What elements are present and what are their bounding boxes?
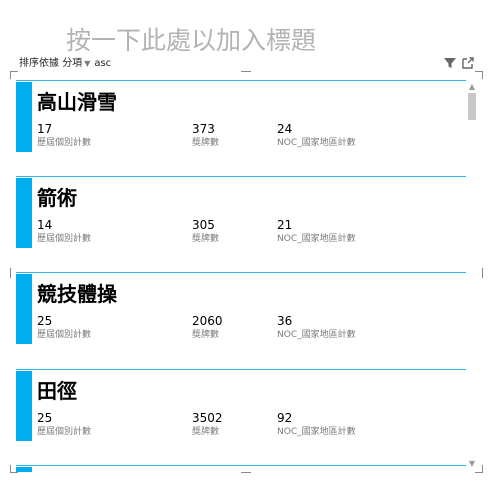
card-title: 箭術 <box>37 186 77 210</box>
metric-label: 獎牌數 <box>192 138 220 148</box>
sort-by-label: 排序依據 <box>19 58 59 69</box>
metric-label: NOC_國家地區計數 <box>277 427 356 437</box>
scroll-thumb[interactable] <box>468 93 476 120</box>
metric-label: 歷屆個別計數 <box>37 138 92 148</box>
metric-value: 24 <box>277 122 293 136</box>
metric-value: 2060 <box>192 314 223 328</box>
metric-value: 36 <box>277 314 293 328</box>
metric-label: 獎牌數 <box>192 234 220 244</box>
card-accent-bar <box>16 467 32 472</box>
metric-value: 3502 <box>192 411 223 425</box>
card-title: 競技體操 <box>37 282 117 306</box>
metric-value: 373 <box>192 122 215 136</box>
card-title: 高山滑雪 <box>37 90 117 114</box>
metric-value: 305 <box>192 218 215 232</box>
metric-label: NOC_國家地區計數 <box>277 330 356 340</box>
metric-value: 25 <box>37 314 53 328</box>
sort-control[interactable]: 排序依據 分項 ▼ asc <box>19 58 111 70</box>
filter-icon[interactable] <box>443 56 457 70</box>
metric-label: NOC_國家地區計數 <box>277 138 356 148</box>
card-visual-frame: 高山滑雪 17 歷屆個別計數 373 獎牌數 24 NOC_國家地區計數 箭術 … <box>10 71 483 473</box>
card-accent-bar <box>16 371 32 441</box>
vertical-scrollbar[interactable]: ▲ ▼ <box>466 83 478 468</box>
frame-corner <box>10 71 18 79</box>
list-item[interactable]: 田徑 25 歷屆個別計數 3502 獎牌數 92 NOC_國家地區計數 <box>16 369 466 449</box>
metric-value: 17 <box>37 122 53 136</box>
popout-icon[interactable] <box>461 56 475 70</box>
card-divider <box>16 465 466 466</box>
resize-handle-left[interactable] <box>10 268 11 278</box>
card-accent-bar <box>16 274 32 344</box>
list-item[interactable]: 競技體操 25 歷屆個別計數 2060 獎牌數 36 NOC_國家地區計數 <box>16 272 466 352</box>
list-item[interactable]: 箭術 14 歷屆個別計數 305 獎牌數 21 NOC_國家地區計數 <box>16 176 466 256</box>
card-divider <box>16 369 466 370</box>
resize-handle-bottom[interactable] <box>241 472 251 473</box>
metric-value: 92 <box>277 411 293 425</box>
card-divider <box>16 272 466 273</box>
frame-corner <box>475 71 483 79</box>
resize-handle-right[interactable] <box>482 268 483 278</box>
metric-label: 歷屆個別計數 <box>37 427 92 437</box>
metric-label: 獎牌數 <box>192 427 220 437</box>
metric-label: NOC_國家地區計數 <box>277 234 356 244</box>
metric-label: 獎牌數 <box>192 330 220 340</box>
scroll-up-arrow[interactable]: ▲ <box>466 83 478 91</box>
card-divider <box>16 176 466 177</box>
metric-label: 歷屆個別計數 <box>37 330 92 340</box>
metric-value: 21 <box>277 218 293 232</box>
metric-value: 14 <box>37 218 53 232</box>
card-accent-bar <box>16 178 32 248</box>
card-list: 高山滑雪 17 歷屆個別計數 373 獎牌數 24 NOC_國家地區計數 箭術 … <box>16 80 466 472</box>
metric-label: 歷屆個別計數 <box>37 234 92 244</box>
sort-field[interactable]: 分項 <box>62 58 82 69</box>
resize-handle-top[interactable] <box>241 71 251 72</box>
card-title: 田徑 <box>37 379 77 403</box>
card-divider <box>16 80 466 81</box>
metric-value: 25 <box>37 411 53 425</box>
card-accent-bar <box>16 82 32 152</box>
report-title[interactable]: 按一下此處以加入標題 <box>66 24 316 58</box>
list-item-partial[interactable] <box>16 465 466 472</box>
sort-order[interactable]: asc <box>94 58 111 69</box>
scroll-down-arrow[interactable]: ▼ <box>466 460 478 468</box>
list-item[interactable]: 高山滑雪 17 歷屆個別計數 373 獎牌數 24 NOC_國家地區計數 <box>16 80 466 160</box>
chevron-down-icon[interactable]: ▼ <box>84 58 90 70</box>
